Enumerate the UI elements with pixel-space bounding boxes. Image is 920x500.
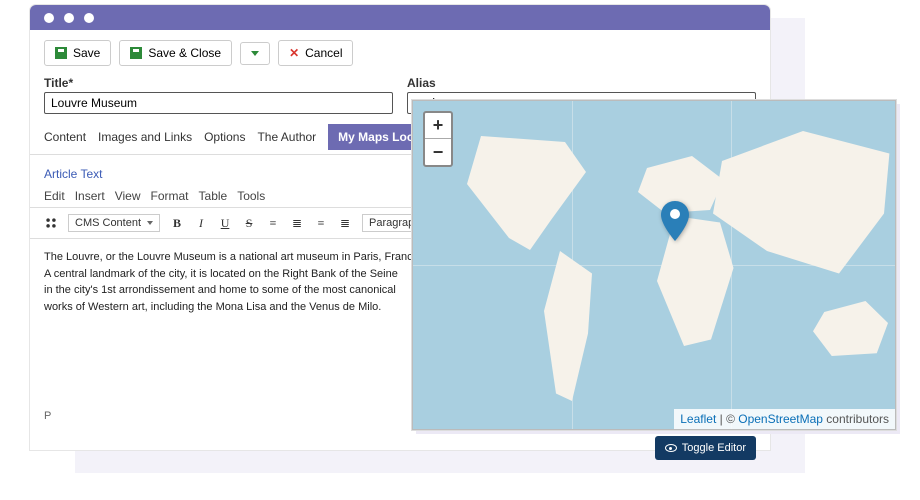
tab-content[interactable]: Content: [44, 128, 86, 146]
window-dot: [44, 13, 54, 23]
osm-link[interactable]: OpenStreetMap: [738, 412, 823, 426]
cancel-label: Cancel: [305, 46, 342, 60]
map-landmass: [528, 251, 608, 401]
save-button[interactable]: Save: [44, 40, 111, 66]
alias-label: Alias: [407, 76, 756, 90]
window-dot: [64, 13, 74, 23]
title-label: Title*: [44, 76, 393, 90]
leaflet-link[interactable]: Leaflet: [680, 412, 716, 426]
save-dropdown-button[interactable]: [240, 42, 270, 65]
save-icon: [130, 47, 142, 59]
underline-button[interactable]: U: [218, 216, 232, 231]
align-justify-button[interactable]: ≣: [338, 216, 352, 231]
window-dot: [84, 13, 94, 23]
map-attribution: Leaflet | © OpenStreetMap contributors: [674, 409, 895, 429]
strikethrough-button[interactable]: S: [242, 216, 256, 231]
close-icon: ✕: [289, 46, 299, 60]
eye-icon: [665, 444, 677, 452]
tab-images-links[interactable]: Images and Links: [98, 128, 192, 146]
title-field: Title*: [44, 76, 393, 114]
title-input[interactable]: [44, 92, 393, 114]
align-left-button[interactable]: ≡: [266, 216, 280, 231]
menu-tools[interactable]: Tools: [237, 189, 265, 203]
zoom-in-button[interactable]: +: [425, 113, 451, 139]
map-zoom-control: + −: [423, 111, 453, 167]
zoom-out-button[interactable]: −: [425, 139, 451, 165]
chevron-down-icon: [251, 51, 259, 56]
menu-view[interactable]: View: [115, 189, 141, 203]
align-center-button[interactable]: ≣: [290, 216, 304, 231]
save-icon: [55, 47, 67, 59]
map-landmass: [713, 131, 893, 281]
map-marker[interactable]: [661, 201, 689, 241]
menu-table[interactable]: Table: [199, 189, 228, 203]
save-close-label: Save & Close: [148, 46, 221, 60]
bold-button[interactable]: B: [170, 216, 184, 231]
action-toolbar: Save Save & Close ✕ Cancel: [30, 30, 770, 76]
editor-path: P: [44, 410, 51, 422]
toggle-editor-button[interactable]: Toggle Editor: [655, 436, 756, 460]
save-label: Save: [73, 46, 100, 60]
joomla-icon: [44, 216, 58, 230]
menu-format[interactable]: Format: [151, 189, 189, 203]
tab-author[interactable]: The Author: [257, 128, 316, 146]
menu-edit[interactable]: Edit: [44, 189, 65, 203]
chevron-down-icon: [147, 221, 153, 225]
map-landmass: [813, 301, 888, 356]
cms-content-dropdown[interactable]: CMS Content: [68, 214, 160, 232]
cancel-button[interactable]: ✕ Cancel: [278, 40, 353, 66]
italic-button[interactable]: I: [194, 216, 208, 231]
align-right-button[interactable]: ≡: [314, 216, 328, 231]
map-panel[interactable]: + − Leaflet | © OpenStreetMap contributo…: [412, 100, 896, 430]
window-titlebar: [30, 5, 770, 30]
tab-options[interactable]: Options: [204, 128, 245, 146]
menu-insert[interactable]: Insert: [75, 189, 105, 203]
save-close-button[interactable]: Save & Close: [119, 40, 232, 66]
